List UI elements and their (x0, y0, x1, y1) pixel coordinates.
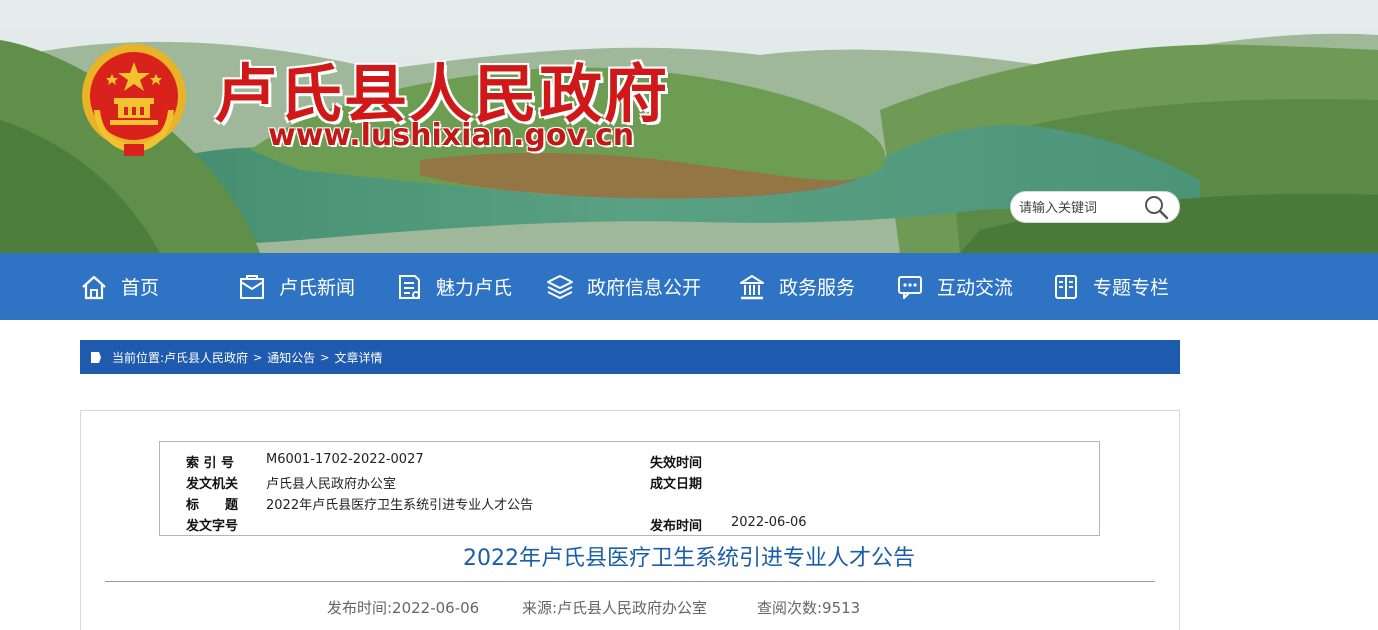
meta-docno-label: 发文字号 (186, 519, 239, 534)
breadcrumb-separator: > (253, 350, 263, 364)
breadcrumb-prefix: 当前位置: (112, 350, 165, 365)
nav-item-topics[interactable]: 专题专栏 (1052, 253, 1169, 320)
meta-index-label: 索 引 号 (186, 456, 235, 471)
article-view-count: 查阅次数:9513 (757, 599, 861, 617)
breadcrumb-link-article[interactable]: 文章详情 (335, 349, 383, 366)
article-source: 来源:卢氏县人民政府办公室 (522, 599, 708, 617)
meta-issuer-label: 发文机关 (186, 477, 239, 492)
breadcrumb: 当前位置: 卢氏县人民政府 > 通知公告 > 文章详情 (80, 340, 1180, 374)
meta-title-label: 标 题 (186, 498, 239, 513)
nav-item-gov-info[interactable]: 政府信息公开 (546, 253, 701, 320)
article-publish-time: 发布时间:2022-06-06 (327, 599, 480, 617)
meta-index-value: M6001-1702-2022-0027 (266, 452, 424, 467)
meta-expire-label: 失效时间 (650, 456, 703, 471)
nav-label-services: 政务服务 (779, 277, 856, 299)
breadcrumb-link-home[interactable]: 卢氏县人民政府 (164, 349, 248, 366)
breadcrumb-link-notices[interactable]: 通知公告 (267, 349, 315, 366)
national-emblem-icon (82, 44, 186, 156)
nav-label-gov-info: 政府信息公开 (587, 277, 702, 299)
nav-item-interaction[interactable]: 互动交流 (896, 253, 1013, 320)
site-url: www.lushixian.gov.cn (268, 118, 635, 153)
document-icon (399, 274, 420, 299)
document-meta-table: 索 引 号 M6001-1702-2022-0027 失效时间 发文机关 卢氏县… (159, 441, 1100, 536)
nav-item-charm[interactable]: 魅力卢氏 (395, 253, 512, 320)
nav-label-home: 首页 (121, 277, 160, 299)
meta-published-value: 2022-06-06 (731, 515, 807, 530)
home-icon (82, 275, 106, 299)
nav-label-charm: 魅力卢氏 (436, 277, 513, 299)
meta-published-label: 发布时间 (650, 519, 703, 534)
meta-issuer-value: 卢氏县人民政府办公室 (266, 477, 397, 492)
layers-icon (547, 274, 573, 299)
article-title: 2022年卢氏县医疗卫生系统引进专业人才公告 (463, 546, 915, 571)
search-icon[interactable] (1142, 194, 1170, 220)
book-icon (1055, 274, 1077, 299)
search-input[interactable] (1019, 198, 1139, 218)
main-nav: 首页 卢氏新闻 魅力卢氏 政府信息公开 政务服务 互动交流 专题专栏 (0, 253, 1378, 320)
nav-item-home[interactable]: 首页 (80, 253, 159, 320)
title-divider (105, 581, 1155, 582)
news-icon (240, 274, 264, 299)
breadcrumb-separator: > (320, 350, 330, 364)
chat-icon (898, 275, 922, 299)
nav-item-services[interactable]: 政务服务 (738, 253, 855, 320)
header-banner: 卢氏县人民政府 www.lushixian.gov.cn (0, 0, 1378, 253)
nav-label-interaction: 互动交流 (937, 277, 1014, 299)
nav-label-topics: 专题专栏 (1093, 277, 1170, 299)
building-icon (740, 274, 764, 299)
meta-created-label: 成文日期 (650, 477, 703, 492)
nav-item-news[interactable]: 卢氏新闻 (238, 253, 355, 320)
nav-label-news: 卢氏新闻 (279, 277, 356, 299)
meta-title-value: 2022年卢氏县医疗卫生系统引进专业人才公告 (266, 498, 534, 513)
location-flag-icon (91, 351, 101, 363)
